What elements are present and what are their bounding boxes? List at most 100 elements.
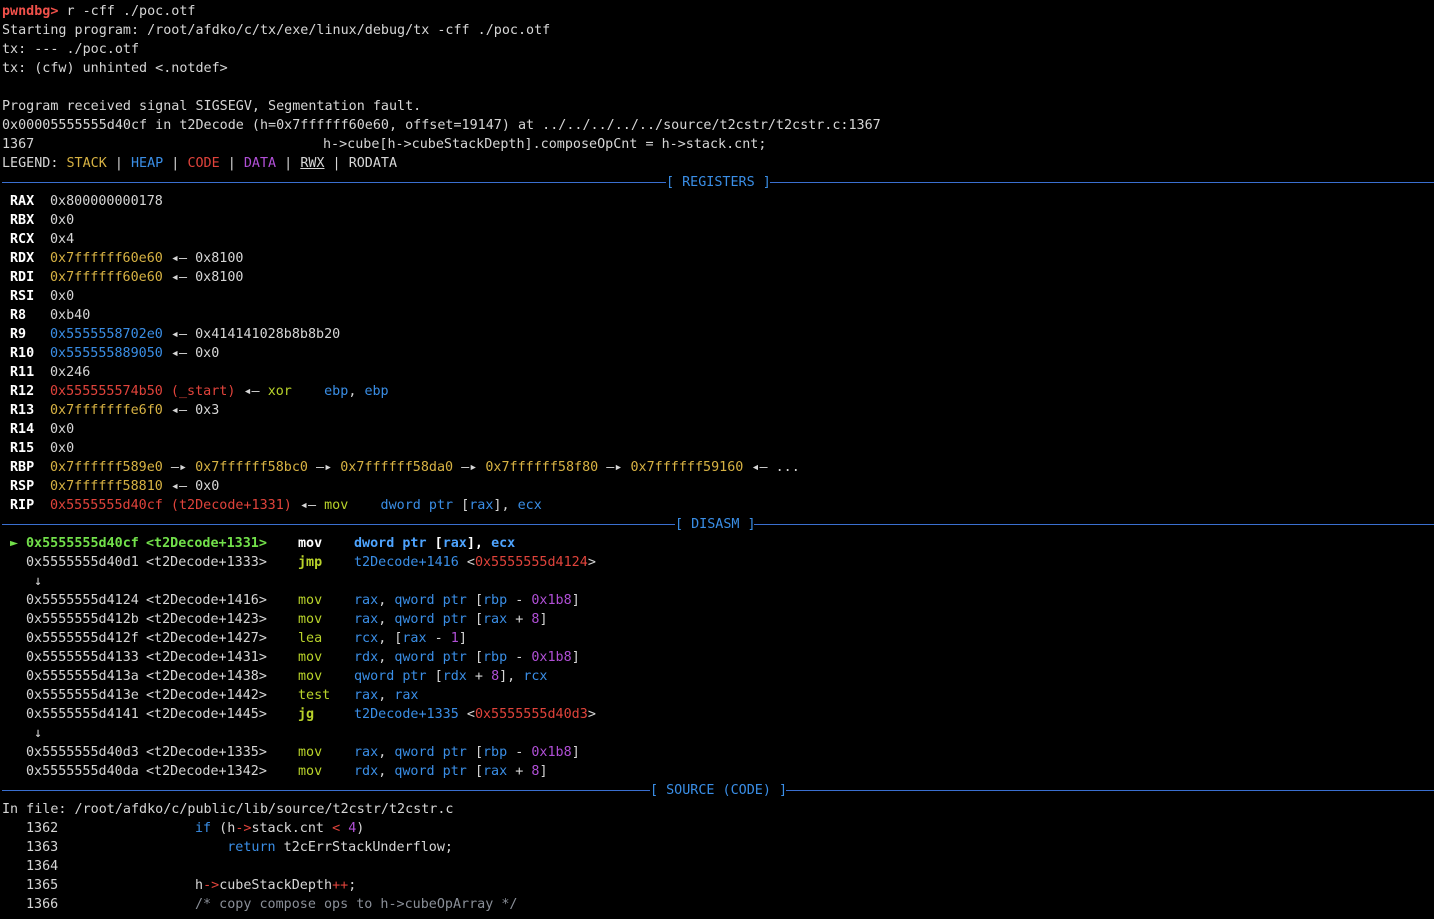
source-header: [ SOURCE (CODE) ] — [2, 781, 1434, 800]
instruction-symbol: <t2Decode+1342> — [146, 764, 267, 779]
legend-heap: HEAP — [131, 156, 164, 171]
text-segment: t2Decode+1416 — [354, 555, 467, 570]
register-value: 0x555555889050 ◂— 0x0 — [50, 344, 219, 363]
instruction-address: 0x5555555d4141 — [26, 707, 139, 722]
text-segment: 0x0 — [50, 213, 75, 228]
text-segment: 0x7ffffff60e60 — [50, 251, 163, 266]
jump-arrow: ↓ — [34, 574, 43, 589]
register-name: RBX — [10, 213, 35, 228]
text-segment: + — [507, 612, 532, 627]
text-segment: ◂— 0x0 — [162, 346, 220, 361]
instruction-address: 0x5555555d413a — [26, 669, 139, 684]
instruction-symbol: <t2Decode+1445> — [146, 707, 267, 722]
text-segment: ◂— 0x8100 — [162, 251, 244, 266]
source-line-number: 1365 — [26, 878, 59, 893]
instruction-symbol: <t2Decode+1442> — [146, 688, 267, 703]
text-segment: —▸ — [162, 460, 196, 475]
register-name: R10 — [10, 346, 35, 361]
text-segment: ◂— — [291, 498, 325, 513]
text-segment: , — [348, 384, 365, 399]
instruction-address: 0x5555555d412b — [26, 612, 139, 627]
text-segment: qword ptr — [394, 612, 475, 627]
legend-data: DATA — [243, 156, 277, 171]
terminal-window[interactable]: pwndbg> r -cff ./poc.otf Starting progra… — [0, 0, 1434, 919]
instruction-mnemonic: mov — [298, 536, 323, 551]
instruction-symbol: <t2Decode+1335> — [146, 745, 267, 760]
program-start-line: Starting program: /root/afdko/c/tx/exe/l… — [2, 23, 551, 38]
text-segment: 0x1b8 — [531, 593, 572, 608]
text-segment: rax — [354, 688, 379, 703]
text-segment: 0x0 — [50, 441, 75, 456]
section-rule — [770, 182, 1434, 183]
legend-rwx: RWX — [300, 156, 325, 171]
instruction-mnemonic: mov — [298, 764, 323, 779]
text-segment: ] — [458, 631, 467, 646]
text-segment — [66, 840, 227, 855]
register-value: 0x0 — [50, 287, 74, 306]
instruction-symbol: <t2Decode+1331> — [146, 536, 267, 551]
instruction-address: 0x5555555d4124 — [26, 593, 139, 608]
text-segment: —▸ — [598, 460, 631, 475]
text-segment: 1 — [450, 631, 459, 646]
text-segment: rax — [354, 593, 379, 608]
legend-sep: | — [106, 156, 131, 171]
instruction-address: 0x5555555d40d1 — [26, 555, 139, 570]
text-segment: (h — [211, 821, 236, 836]
text-segment: qword ptr — [394, 650, 475, 665]
text-segment: 0x7ffffff589e0 — [50, 460, 163, 475]
text-segment: , — [378, 688, 395, 703]
instruction-address: 0x5555555d412f — [26, 631, 139, 646]
text-segment: 0x7fffffffe6f0 — [50, 403, 163, 418]
instruction-mnemonic: mov — [298, 612, 323, 627]
text-segment: if — [195, 821, 212, 836]
pwndbg-prompt: pwndbg> — [2, 4, 59, 19]
text-segment: -> — [235, 821, 252, 836]
register-value: 0x7ffffff60e60 ◂— 0x8100 — [50, 268, 244, 287]
text-segment: ◂— 0x0 — [162, 479, 220, 494]
text-segment: 0x5555555d40d3 — [474, 707, 588, 722]
legend-prefix: LEGEND: — [2, 156, 67, 171]
text-segment: rbp — [483, 593, 508, 608]
legend-sep: | — [163, 156, 188, 171]
command-line: pwndbg> r -cff ./poc.otf — [2, 2, 196, 21]
text-segment: ], — [466, 536, 492, 551]
text-segment: [ — [474, 593, 483, 608]
register-value: 0x7ffffff589e0 —▸ 0x7ffffff58bc0 —▸ 0x7f… — [50, 458, 800, 477]
text-segment: + — [507, 764, 532, 779]
text-segment: ecx — [491, 536, 516, 551]
text-segment: 8 — [491, 669, 500, 684]
text-segment: ], — [499, 669, 524, 684]
legend-stack: STACK — [66, 156, 107, 171]
text-segment: qword ptr — [394, 764, 475, 779]
text-segment: 0x1b8 — [531, 745, 572, 760]
register-name: R15 — [10, 441, 35, 456]
text-segment: , — [378, 745, 395, 760]
text-segment: rax — [442, 536, 467, 551]
instruction-operands: rdx, qword ptr [rbp - 0x1b8] — [354, 648, 580, 667]
text-segment: /* copy compose ops to h->cubeOpArray */ — [195, 897, 518, 912]
text-segment — [348, 498, 380, 513]
register-value: 0x555555574b50 (_start) ◂— xor ebp, ebp — [50, 382, 389, 401]
register-name: RSP — [10, 479, 35, 494]
text-segment: rax — [483, 612, 508, 627]
instruction-address: 0x5555555d413e — [26, 688, 139, 703]
source-line-code: return t2cErrStackUnderflow; — [66, 838, 453, 857]
signal-message: Program received signal SIGSEGV, Segment… — [2, 99, 422, 114]
text-segment: 0xb40 — [50, 308, 91, 323]
section-rule — [2, 182, 666, 183]
instruction-operands: qword ptr [rdx + 8], rcx — [354, 667, 548, 686]
text-segment: , [ — [378, 631, 403, 646]
text-segment: + — [466, 669, 492, 684]
crash-frame-line: 0x00005555555d40cf in t2Decode (h=0x7fff… — [2, 118, 881, 133]
tx-output-line: tx: --- ./poc.otf — [2, 42, 140, 57]
text-segment: rax — [483, 764, 508, 779]
register-name: RSI — [10, 289, 35, 304]
text-segment: ] — [539, 764, 548, 779]
text-segment: - — [507, 745, 532, 760]
register-value: 0x0 — [50, 211, 74, 230]
register-value: 0x800000000178 — [50, 192, 163, 211]
crash-source-line: 1367 h->cube[h->cubeStackDepth].composeO… — [2, 135, 766, 154]
crash-line-number: 1367 — [2, 137, 35, 152]
text-segment: - — [426, 631, 451, 646]
text-segment — [66, 821, 195, 836]
